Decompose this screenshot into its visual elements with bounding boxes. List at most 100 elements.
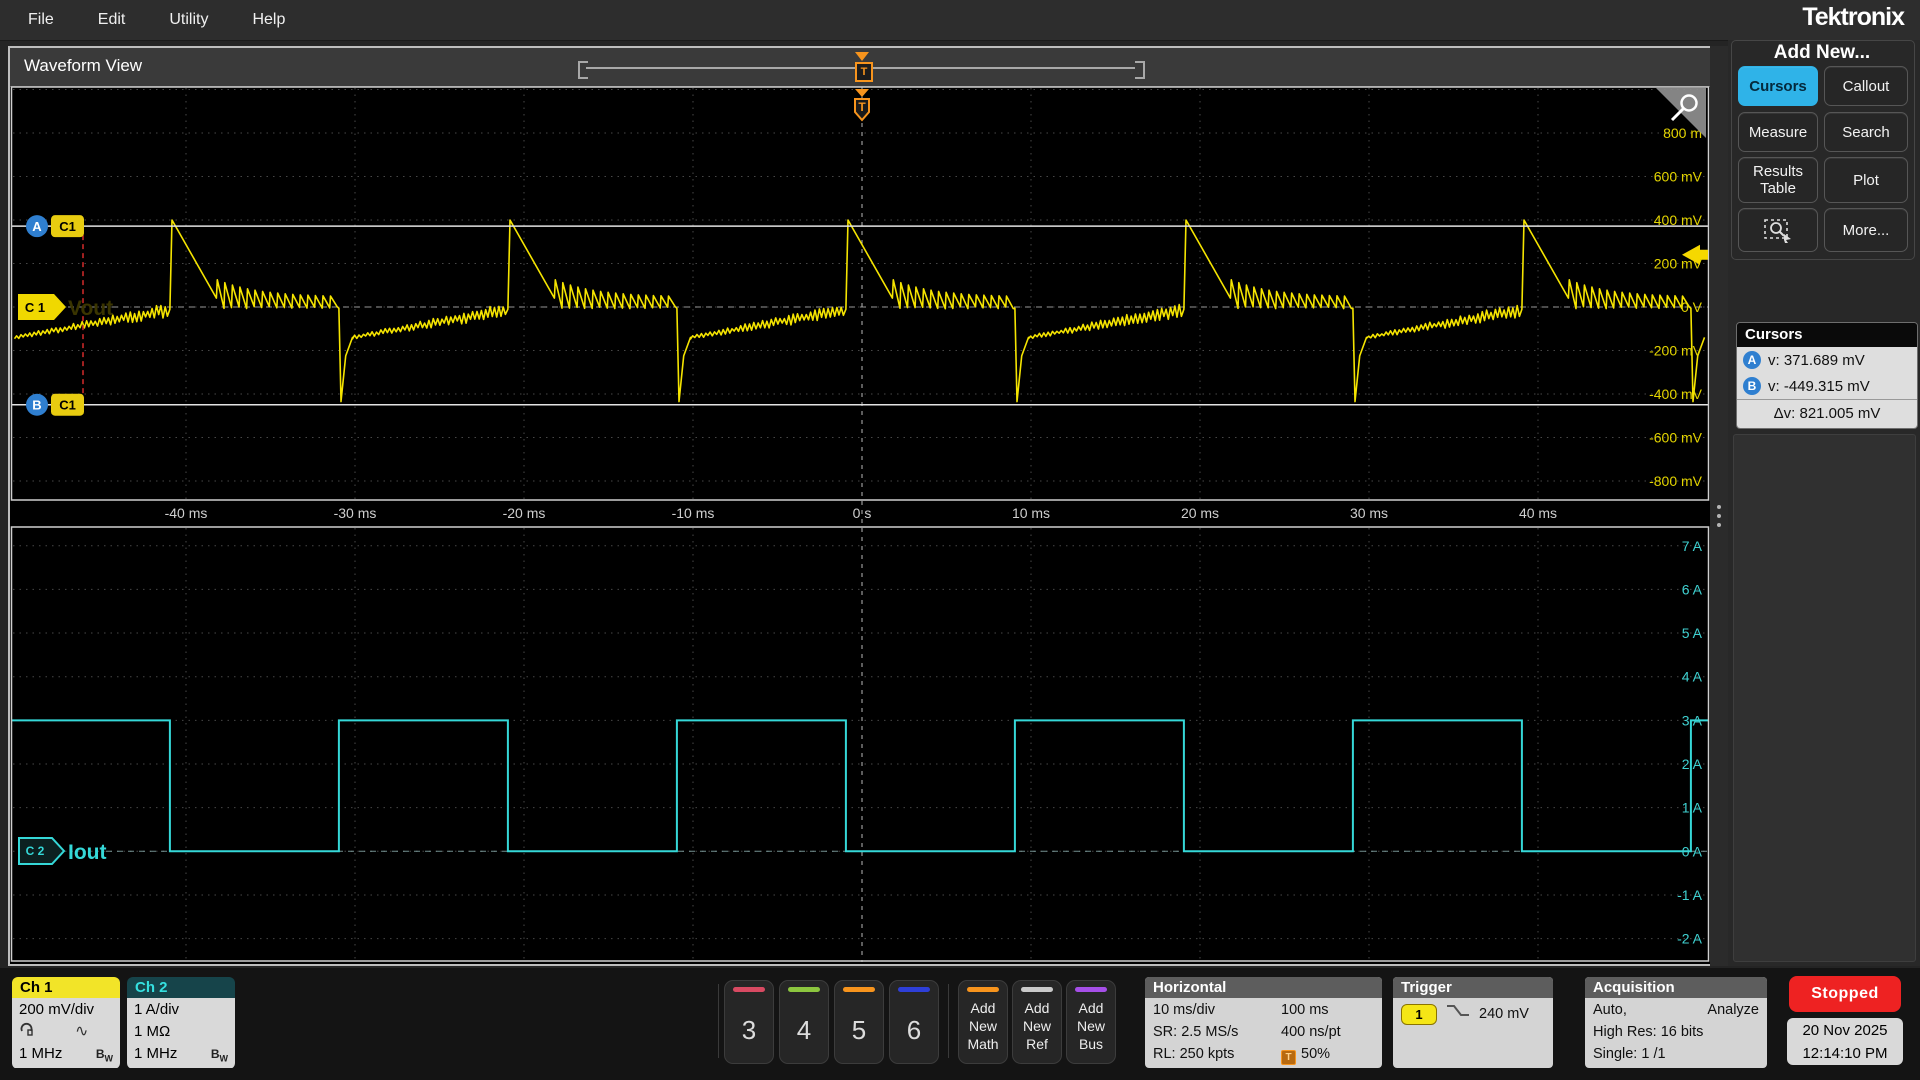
probe-icon [19, 1021, 35, 1043]
menu-item-help[interactable]: Help [252, 11, 285, 29]
time-axis-label: -40 ms [165, 505, 208, 521]
ch2-axis-label: -2 A [1677, 931, 1703, 947]
trigger-marker-letter: T [858, 100, 866, 114]
waveform-view: Waveform View T 800 m600 mV400 mV200 mV0… [8, 46, 1712, 966]
ch1-axis-label: -600 mV [1649, 430, 1703, 446]
waveform-display[interactable]: 800 m600 mV400 mV200 mV0 V-200 mV-400 mV… [10, 86, 1710, 964]
cursor-id-badge: A [1743, 351, 1761, 369]
ch1-axis-label: 0 V [1681, 299, 1703, 315]
acquisition-cell: Auto, [1593, 999, 1707, 1021]
ch2-axis-label: 4 A [1682, 669, 1703, 685]
add-new-search-button[interactable]: Search [1824, 112, 1908, 152]
horizontal-row: RL: 250 kptsT50% [1153, 1043, 1374, 1065]
channel-number: 6 [890, 1015, 938, 1046]
upper-plot-border [12, 87, 1709, 500]
horizontal-panel[interactable]: Horizontal 10 ms/div100 msSR: 2.5 MS/s40… [1145, 977, 1382, 1068]
lower-plot-border [12, 527, 1709, 961]
add-new-color-stripe [967, 987, 999, 992]
coupling-sine-icon: ∿ [75, 1021, 88, 1043]
add-new-cursors-button[interactable]: Cursors [1738, 66, 1818, 106]
acquisition-panel[interactable]: Acquisition Auto,AnalyzeHigh Res: 16 bit… [1585, 977, 1767, 1068]
cursor-letter: A [32, 219, 42, 234]
channel-3-button[interactable]: 3 [724, 980, 774, 1064]
ch2-axis-label: 0 A [1682, 843, 1703, 859]
time-axis-label: 20 ms [1181, 505, 1219, 521]
time-axis-label: 40 ms [1519, 505, 1557, 521]
channel-color-stripe [898, 987, 930, 992]
channel-2-impedance: 1 MΩ [134, 1021, 228, 1043]
ch2-axis-label: 2 A [1682, 756, 1703, 772]
time-axis-label: 0 s [853, 505, 872, 521]
menu-item-file[interactable]: File [28, 11, 54, 29]
datetime-badge[interactable]: 20 Nov 2025 12:14:10 PM [1787, 1018, 1903, 1065]
menu-item-utility[interactable]: Utility [169, 11, 208, 29]
add-new-more--button[interactable]: More... [1824, 208, 1908, 252]
horizontal-title: Horizontal [1145, 977, 1382, 998]
ch1-trace[interactable] [15, 220, 1705, 402]
cursors-results-panel[interactable]: Cursors Av: 371.689 mVBv: -449.315 mV Δv… [1736, 322, 1918, 429]
trigger-marker-arrow-icon[interactable] [855, 89, 869, 97]
add-new-measure-button[interactable]: Measure [1738, 112, 1818, 152]
cursors-delta-readout: Δv: 821.005 mV [1737, 399, 1917, 428]
add-new-math-button[interactable]: AddNewMath [958, 980, 1008, 1064]
channel-number: 4 [780, 1015, 828, 1046]
channel-4-button[interactable]: 4 [779, 980, 829, 1064]
channel-6-button[interactable]: 6 [889, 980, 939, 1064]
add-new-bus-button[interactable]: AddNewBus [1066, 980, 1116, 1064]
time-axis-label: -10 ms [672, 505, 715, 521]
add-new-label: AddNewMath [959, 999, 1007, 1053]
channel-2-bandwidth: 1 MHz [134, 1045, 177, 1062]
zoom-select-icon [1763, 217, 1793, 243]
cursor-source-label: C1 [59, 398, 76, 413]
channel-color-stripe [733, 987, 765, 992]
channel-5-button[interactable]: 5 [834, 980, 884, 1064]
acquisition-row: High Res: 16 bits [1593, 1021, 1759, 1043]
add-new-color-stripe [1021, 987, 1053, 992]
ch1-axis-label: -200 mV [1649, 343, 1703, 359]
divider-handle-icon[interactable] [1717, 514, 1721, 518]
horizontal-position-bracket-right [1135, 61, 1145, 79]
bandwidth-limit-icon: BW [211, 1043, 228, 1069]
acquisition-cell: Single: 1 /1 [1593, 1043, 1721, 1065]
time-axis-label: 30 ms [1350, 505, 1388, 521]
ch1-axis-label: -400 mV [1649, 386, 1703, 402]
add-new-callout-button[interactable]: Callout [1824, 66, 1908, 106]
ch2-axis-label: 6 A [1682, 581, 1703, 597]
time-axis-label: 10 ms [1012, 505, 1050, 521]
waveform-view-titlebar: Waveform View T [10, 48, 1710, 87]
bandwidth-limit-icon: BW [96, 1043, 113, 1069]
horizontal-row: SR: 2.5 MS/s400 ns/pt [1153, 1021, 1374, 1043]
divider-handle-icon[interactable] [1717, 523, 1721, 527]
trigger-level: 240 mV [1479, 1003, 1529, 1025]
channel-1-badge[interactable]: Ch 1 200 mV/div ∿ 1 MHz BW [12, 977, 120, 1069]
add-new-results-table-button[interactable]: Results Table [1738, 157, 1818, 203]
ch2-trace[interactable] [12, 720, 1708, 851]
run-stop-status-button[interactable]: Stopped [1789, 976, 1901, 1012]
acquisition-cell: Analyze [1707, 999, 1759, 1021]
divider-handle-icon[interactable] [1717, 505, 1721, 509]
channel-2-scale: 1 A/div [134, 999, 228, 1021]
waveform-view-title: Waveform View [24, 56, 142, 76]
trigger-panel[interactable]: Trigger 1 240 mV [1393, 977, 1553, 1068]
channel-2-badge[interactable]: Ch 2 1 A/div 1 MΩ 1 MHz BW [127, 977, 235, 1069]
ch2-name-label: Iout [68, 841, 106, 864]
cursor-source-label: C1 [59, 219, 76, 234]
zoom-select-icon[interactable] [1738, 208, 1818, 252]
ch1-name-label: Vout [68, 297, 113, 320]
channel-1-scale: 200 mV/div [19, 999, 113, 1021]
ch1-axis-label: 400 mV [1654, 212, 1703, 228]
add-new-plot-button[interactable]: Plot [1824, 157, 1908, 203]
acquisition-cell: High Res: 16 bits [1593, 1021, 1721, 1043]
ch1-tag-label: C 1 [25, 300, 45, 315]
add-new-label: AddNewBus [1067, 999, 1115, 1053]
trigger-source-badge: 1 [1401, 1004, 1437, 1025]
channel-1-bandwidth: 1 MHz [19, 1045, 62, 1062]
trigger-position-pointer-icon[interactable] [855, 52, 869, 61]
trigger-position-mini-marker[interactable]: T [855, 62, 873, 82]
add-new-ref-button[interactable]: AddNewRef [1012, 980, 1062, 1064]
menu-item-edit[interactable]: Edit [98, 11, 126, 29]
time-axis-label: -30 ms [334, 505, 377, 521]
ch2-axis-label: 7 A [1682, 538, 1703, 554]
panel-divider[interactable] [1710, 46, 1728, 966]
tektronix-logo: Tektronix [1802, 3, 1904, 32]
